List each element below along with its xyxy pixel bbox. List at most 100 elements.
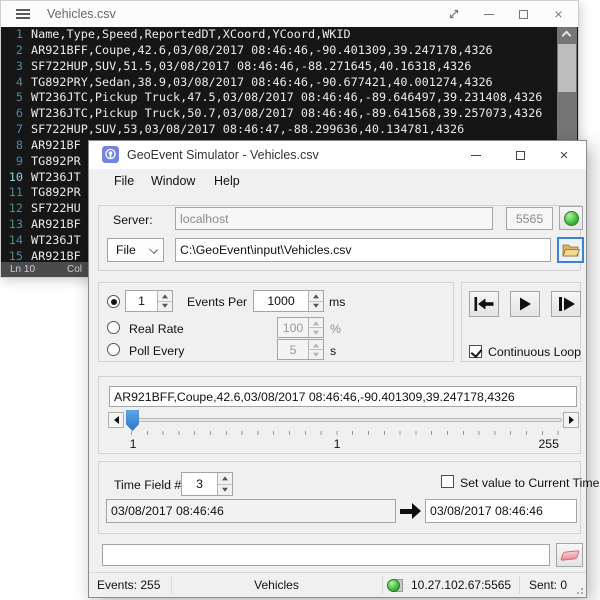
maximize-button[interactable] (506, 1, 541, 27)
editor-line: 6WT236JTC,Pickup Truck,50.7,03/08/2017 0… (1, 106, 578, 122)
line-number: 12 (1, 201, 31, 217)
slider-right-button[interactable] (563, 412, 579, 428)
set-current-time-checkbox[interactable] (441, 475, 454, 488)
spin-up-button[interactable] (309, 291, 323, 302)
spin-down-button[interactable] (218, 485, 232, 496)
time-field-value: 3 (182, 473, 217, 495)
simulator-titlebar[interactable]: GeoEvent Simulator - Vehicles.csv × (89, 141, 586, 169)
cursor-col-indicator: Col (67, 262, 82, 277)
maximize-button[interactable] (498, 141, 542, 169)
simulator-window: GeoEvent Simulator - Vehicles.csv × File… (88, 140, 587, 598)
minimize-icon (484, 14, 494, 15)
real-rate-spinner[interactable]: 100 (277, 317, 324, 338)
spin-up-button[interactable] (158, 291, 172, 302)
event-slider-track[interactable] (126, 418, 562, 422)
browse-file-button[interactable] (557, 237, 584, 263)
resize-grip[interactable] (573, 584, 583, 594)
line-number: 3 (1, 59, 31, 75)
spin-down-button[interactable] (309, 302, 323, 312)
spin-up-button[interactable] (218, 473, 232, 485)
line-number: 14 (1, 233, 31, 249)
menu-file[interactable]: File (114, 174, 134, 188)
interval-unit-label: ms (329, 295, 345, 309)
right-arrow-icon (569, 416, 574, 424)
spin-down-button (309, 350, 323, 359)
poll-spinner[interactable]: 5 (277, 339, 324, 360)
scrollbar-thumb[interactable] (558, 44, 576, 92)
continuous-loop-label: Continuous Loop (488, 345, 581, 359)
real-rate-label: Real Rate (129, 322, 184, 336)
editor-line: 7SF722HUP,SUV,53,03/08/2017 08:46:47,-88… (1, 122, 578, 138)
line-text: TG892PRY,Sedan,38.9,03/08/2017 08:46:46,… (31, 75, 493, 91)
slider-left-button[interactable] (108, 412, 124, 428)
line-text: TG892PR (31, 154, 81, 170)
geoevent-app-icon (102, 146, 119, 163)
left-arrow-icon (114, 416, 119, 424)
line-number: 5 (1, 90, 31, 106)
real-rate-radio[interactable] (107, 321, 120, 334)
time-field-spinner[interactable]: 3 (181, 472, 233, 496)
source-type-dropdown[interactable]: File (107, 238, 164, 262)
close-icon: × (554, 7, 562, 21)
close-button[interactable]: × (541, 1, 576, 27)
menu-window[interactable]: Window (151, 174, 195, 188)
message-output-field[interactable] (102, 544, 550, 566)
connect-button[interactable] (559, 206, 583, 230)
events-per-label: Events Per (187, 295, 247, 309)
hamburger-menu-icon[interactable] (16, 9, 30, 19)
connection-status-icon (387, 579, 400, 592)
line-number: 13 (1, 217, 31, 233)
close-icon: × (560, 148, 569, 163)
menu-help[interactable]: Help (214, 174, 240, 188)
time-field-label: Time Field # (114, 478, 181, 492)
close-button[interactable]: × (542, 141, 586, 169)
minimize-icon (471, 155, 481, 156)
events-count-spinner[interactable]: 1 (125, 290, 173, 312)
line-number: 8 (1, 138, 31, 154)
interval-spinner[interactable]: 1000 (253, 290, 324, 312)
chevron-down-icon (149, 245, 158, 254)
events-per-radio[interactable] (107, 295, 120, 308)
spin-up-button (309, 340, 323, 350)
continuous-loop-checkbox[interactable] (469, 345, 482, 358)
line-text: AR921BF (31, 138, 81, 154)
line-number: 1 (1, 27, 31, 43)
simulator-window-title: GeoEvent Simulator - Vehicles.csv (127, 141, 319, 169)
poll-every-label: Poll Every (129, 344, 184, 358)
slider-max-label: 255 (529, 437, 559, 451)
step-forward-button[interactable] (551, 291, 581, 317)
scroll-up-icon[interactable] (562, 31, 572, 41)
interval-value: 1000 (254, 291, 308, 311)
minimize-button[interactable] (454, 141, 498, 169)
connection-led-icon (564, 211, 579, 226)
time-field-group (98, 461, 581, 534)
server-host-field[interactable] (175, 207, 493, 230)
spin-down-button (309, 328, 323, 337)
file-path-field[interactable] (175, 238, 551, 262)
play-icon (518, 297, 532, 311)
slider-min-label: 1 (127, 437, 139, 451)
maximize-icon (519, 10, 528, 19)
fullscreen-icon[interactable] (436, 1, 471, 27)
skip-to-start-icon (474, 297, 494, 311)
poll-every-radio[interactable] (107, 343, 120, 356)
clear-button[interactable] (556, 543, 583, 567)
editor-titlebar[interactable]: Vehicles.csv × (1, 1, 578, 27)
line-text: AR921BF (31, 249, 81, 262)
editor-line: 1Name,Type,Speed,ReportedDT,XCoord,YCoor… (1, 27, 578, 43)
poll-unit-label: s (330, 344, 336, 358)
server-port-field[interactable] (506, 207, 553, 230)
line-number: 2 (1, 43, 31, 59)
time-to-field[interactable] (425, 499, 577, 523)
arrow-right-icon (400, 503, 422, 519)
eraser-icon (560, 550, 580, 561)
current-event-field[interactable] (109, 386, 577, 407)
line-number: 7 (1, 122, 31, 138)
line-text: AR921BFF,Coupe,42.6,03/08/2017 08:46:46,… (31, 43, 493, 59)
play-button[interactable] (510, 291, 540, 317)
minimize-button[interactable] (471, 1, 506, 27)
skip-to-start-button[interactable] (469, 291, 499, 317)
spin-down-button[interactable] (158, 302, 172, 312)
time-from-field[interactable] (106, 499, 396, 523)
real-rate-unit-label: % (330, 322, 341, 336)
